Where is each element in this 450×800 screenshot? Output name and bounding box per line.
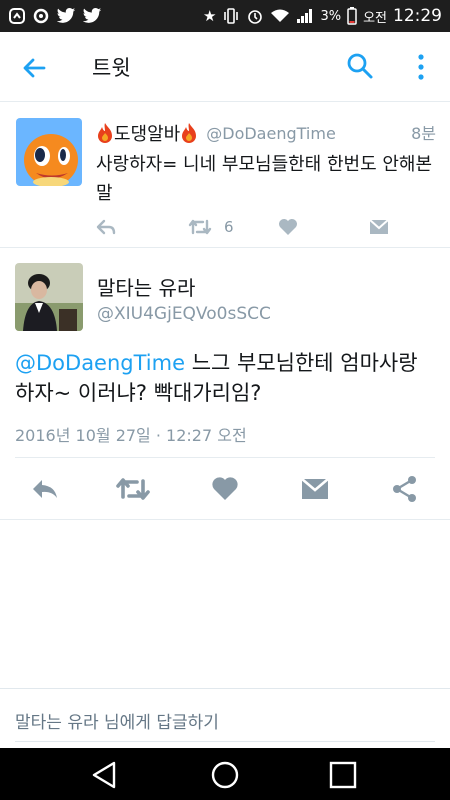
wifi-icon bbox=[271, 9, 290, 22]
avatar[interactable] bbox=[15, 263, 83, 331]
reply-icon bbox=[96, 219, 116, 235]
direct-message-button[interactable] bbox=[298, 474, 332, 504]
retweet-button[interactable] bbox=[116, 474, 150, 504]
app-bar: 트윗 bbox=[0, 32, 450, 102]
direct-message-button[interactable] bbox=[369, 216, 389, 238]
retweet-count: 6 bbox=[224, 218, 234, 236]
page-title: 트윗 bbox=[92, 56, 131, 80]
tweet-text: 사랑하자= 니네 부모님들한태 한번도 안해본말 bbox=[96, 154, 433, 204]
battery-icon bbox=[347, 7, 357, 25]
display-name[interactable]: 도댕알바 bbox=[114, 120, 180, 146]
reply-button[interactable] bbox=[28, 474, 62, 504]
reply-button[interactable] bbox=[96, 216, 116, 238]
tweet-actions bbox=[0, 470, 450, 506]
parent-tweet[interactable]: 도댕알바 @DoDaengTime 8분 사랑하자= 니네 부모님들한태 한번도… bbox=[0, 102, 450, 248]
reply-input[interactable]: 말타는 유라 님에게 답글하기 bbox=[15, 708, 219, 733]
focused-tweet: 말타는 유라 @XIU4GjEQVo0sSCC @DoDaengTime 느그 … bbox=[0, 248, 450, 520]
vibrate-icon bbox=[224, 8, 239, 24]
tweet-text: @DoDaengTime 느그 부모님한테 엄마사랑하자~ 이러냐? 빡대가리임… bbox=[15, 348, 435, 408]
star-icon: ★ bbox=[203, 6, 217, 25]
avatar[interactable] bbox=[16, 118, 82, 186]
username-handle[interactable]: @XIU4GjEQVo0sSCC bbox=[97, 304, 271, 324]
clock-time: 12:29 bbox=[393, 6, 442, 26]
back-triangle-icon[interactable] bbox=[90, 760, 120, 790]
share-icon bbox=[393, 476, 416, 502]
reply-icon bbox=[33, 480, 57, 498]
input-underline bbox=[15, 741, 435, 742]
divider bbox=[15, 457, 435, 458]
more-options-icon[interactable] bbox=[413, 52, 429, 82]
like-button[interactable] bbox=[208, 474, 242, 504]
retweet-icon bbox=[116, 478, 150, 500]
retweet-button[interactable]: 6 bbox=[188, 216, 234, 238]
envelope-icon bbox=[369, 219, 389, 234]
tweet-header: 도댕알바 @DoDaengTime 8분 bbox=[96, 120, 436, 146]
back-arrow-icon[interactable] bbox=[20, 54, 48, 82]
username-handle[interactable]: @DoDaengTime bbox=[206, 124, 336, 143]
home-circle-icon[interactable] bbox=[210, 760, 240, 790]
clock-ampm: 오전 bbox=[363, 10, 387, 26]
tweet-actions: 6 bbox=[96, 216, 396, 240]
fire-icon bbox=[182, 123, 197, 143]
envelope-icon bbox=[301, 478, 329, 499]
search-icon[interactable] bbox=[346, 52, 374, 80]
retweet-icon bbox=[188, 219, 212, 235]
heart-icon bbox=[279, 219, 297, 235]
status-bar-right: ★ 3% 오전 12:29 bbox=[203, 6, 442, 26]
like-button[interactable] bbox=[278, 216, 298, 238]
share-button[interactable] bbox=[388, 474, 422, 504]
recent-apps-square-icon[interactable] bbox=[328, 760, 358, 790]
twitter-bird-icon bbox=[56, 8, 76, 23]
status-bar-left bbox=[8, 7, 102, 25]
tweet-timestamp: 8분 bbox=[411, 124, 436, 143]
signal-icon bbox=[297, 9, 313, 23]
heart-icon bbox=[212, 477, 238, 500]
tweet-date: 2016년 10월 27일 · 12:27 오전 bbox=[15, 426, 247, 445]
twitter-bird-icon bbox=[82, 8, 102, 23]
alarm-icon bbox=[248, 10, 263, 24]
notification-app-icon bbox=[9, 8, 25, 24]
notification-sync-icon bbox=[33, 8, 49, 24]
system-navigation-bar bbox=[0, 748, 450, 800]
reply-composer[interactable]: 말타는 유라 님에게 답글하기 bbox=[0, 688, 450, 744]
battery-percent: 3% bbox=[320, 8, 342, 24]
fire-icon bbox=[98, 123, 112, 143]
mention-link[interactable]: @DoDaengTime bbox=[15, 351, 185, 375]
display-name[interactable]: 말타는 유라 bbox=[97, 272, 195, 301]
status-bar: ★ 3% 오전 12:29 bbox=[0, 0, 450, 32]
